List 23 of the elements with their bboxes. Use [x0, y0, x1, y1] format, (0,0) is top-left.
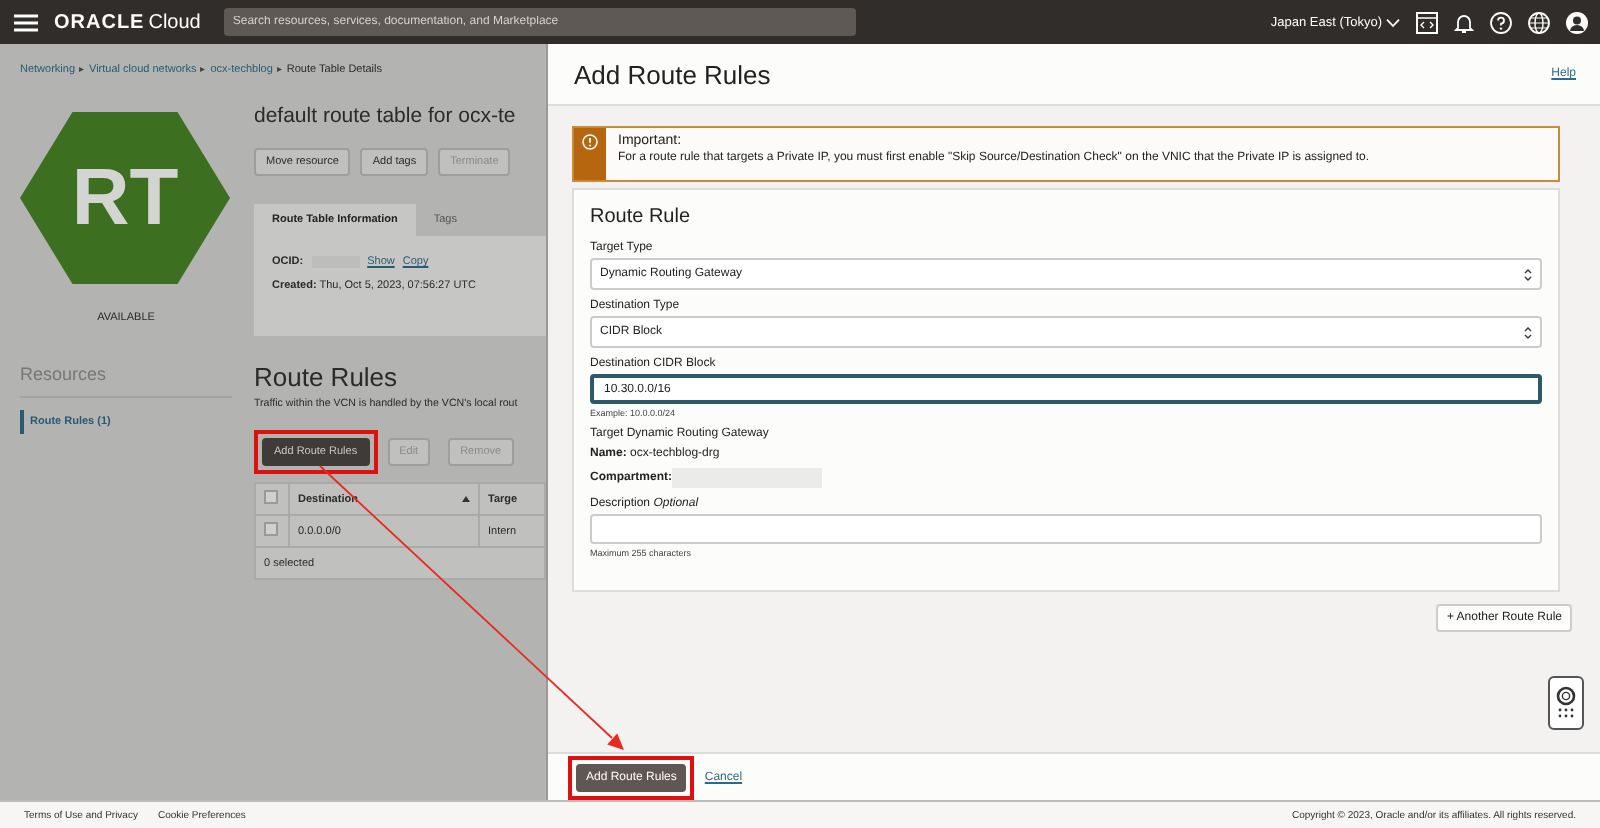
notifications-bell-icon: [1454, 11, 1474, 33]
help-widget[interactable]: [1548, 676, 1584, 730]
globe-icon: [1528, 11, 1550, 33]
warning-icon: [582, 134, 598, 150]
sort-ascending-icon: [462, 496, 470, 502]
help-icon: [1490, 11, 1512, 33]
checkbox[interactable]: [264, 522, 278, 536]
page-title: default route table for ocx-te: [254, 104, 518, 128]
panel-title: Add Route Rules: [574, 59, 771, 89]
menu-icon: [14, 13, 38, 31]
resource-badge: RT: [20, 112, 230, 284]
oracle-cloud-logo[interactable]: ORACLE Cloud: [54, 11, 201, 33]
section-title: Route Rules: [254, 362, 400, 392]
chevron-down-icon: [1386, 17, 1400, 27]
lifebuoy-icon: [1556, 686, 1576, 720]
updown-icon: [1524, 267, 1532, 281]
section-heading: Resources: [20, 364, 232, 398]
text-field[interactable]: [590, 514, 1542, 544]
updown-icon: [1524, 325, 1532, 339]
card-title: Route Rule: [590, 206, 693, 228]
user-avatar-icon: [1566, 11, 1588, 33]
checkbox[interactable]: [264, 490, 278, 504]
code-editor-icon: [1416, 11, 1438, 33]
